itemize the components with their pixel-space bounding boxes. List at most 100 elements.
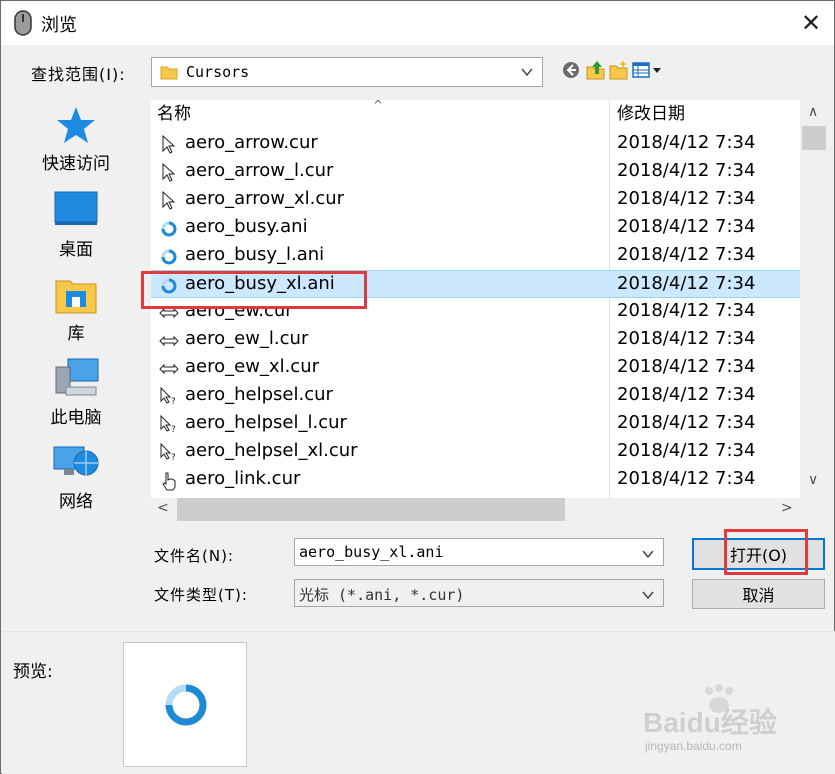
scroll-down-icon[interactable]: ∨ — [808, 472, 818, 488]
file-row[interactable]: aero_arrow_xl.cur 2018/4/12 7:34 — [151, 186, 800, 214]
file-date-cell: 2018/4/12 7:34 — [617, 160, 756, 181]
file-name-cell: aero_ew_l.cur — [185, 328, 309, 349]
places-bar: 快速访问 桌面 库 此电脑 网络 — [8, 93, 144, 631]
file-date-cell: 2018/4/12 7:34 — [617, 132, 756, 153]
help-cursor-icon: ? — [160, 415, 176, 435]
highlight-box-open-button — [724, 529, 808, 575]
close-button[interactable]: ✕ — [788, 1, 834, 45]
arrow-cursor-icon — [162, 135, 176, 154]
file-date-cell: 2018/4/12 7:34 — [617, 384, 756, 405]
sort-ascending-icon: ^ — [373, 100, 384, 112]
title-bar: 浏览 ✕ — [1, 1, 834, 45]
cancel-button[interactable]: 取消 — [692, 579, 825, 609]
chevron-down-icon — [642, 550, 654, 559]
place-label: 网络 — [59, 492, 93, 512]
file-type-select[interactable]: 光标 (*.ani, *.cur) — [294, 579, 664, 607]
cancel-button-label: 取消 — [742, 586, 775, 605]
file-name-cell: aero_helpsel_xl.cur — [185, 440, 358, 461]
scroll-left-icon[interactable]: < — [157, 500, 169, 516]
place-network[interactable]: 网络 — [8, 443, 144, 512]
file-date-cell: 2018/4/12 7:34 — [617, 300, 756, 321]
help-cursor-icon: ? — [160, 443, 176, 463]
file-date-cell: 2018/4/12 7:34 — [617, 216, 756, 237]
file-date-cell: 2018/4/12 7:34 — [617, 468, 756, 489]
network-icon — [53, 446, 99, 476]
file-row[interactable]: ? aero_helpsel.cur 2018/4/12 7:34 — [151, 382, 800, 410]
column-header-date[interactable]: 修改日期 — [617, 100, 685, 128]
up-folder-icon[interactable] — [585, 59, 607, 81]
hand-cursor-icon — [162, 472, 176, 491]
file-name-cell: aero_helpsel.cur — [185, 384, 333, 405]
scroll-thumb[interactable] — [177, 498, 565, 521]
desktop-icon — [54, 191, 98, 225]
watermark-text: Baidu经验 — [643, 707, 777, 738]
busy-cursor-preview-icon — [165, 684, 207, 726]
chevron-down-icon — [642, 591, 654, 600]
horizontal-scrollbar[interactable]: < > — [151, 498, 800, 522]
scroll-thumb[interactable] — [802, 126, 826, 150]
chevron-down-icon — [521, 68, 533, 77]
svg-text:?: ? — [171, 397, 176, 407]
file-type-value: 光标 (*.ani, *.cur) — [299, 586, 465, 604]
look-in-value: Cursors — [186, 63, 250, 81]
folder-icon — [160, 66, 178, 80]
mouse-icon — [14, 10, 32, 36]
file-date-cell: 2018/4/12 7:34 — [617, 273, 756, 294]
file-name-cell: aero_busy.ani — [185, 216, 308, 237]
resize-ew-icon — [159, 335, 179, 347]
file-date-cell: 2018/4/12 7:34 — [617, 356, 756, 377]
scroll-right-icon[interactable]: > — [781, 500, 793, 516]
preview-box — [123, 642, 247, 767]
svg-text:?: ? — [171, 453, 176, 463]
column-header-name[interactable]: 名称 — [157, 100, 191, 128]
computer-icon — [55, 358, 99, 396]
library-icon — [55, 280, 97, 314]
place-label: 此电脑 — [50, 408, 102, 428]
file-name-cell: aero_arrow.cur — [185, 132, 318, 153]
file-row[interactable]: aero_link.cur 2018/4/12 7:34 — [151, 466, 800, 494]
look-in-combobox[interactable]: Cursors — [151, 57, 543, 87]
place-label: 库 — [67, 324, 85, 344]
file-name-cell: aero_link.cur — [185, 468, 301, 489]
file-date-cell: 2018/4/12 7:34 — [617, 244, 756, 265]
file-name-value: aero_busy_xl.ani — [299, 543, 444, 561]
svg-text:?: ? — [171, 425, 176, 435]
file-type-label: 文件类型(T): — [154, 586, 248, 604]
file-row[interactable]: aero_arrow.cur 2018/4/12 7:34 — [151, 130, 800, 158]
file-date-cell: 2018/4/12 7:34 — [617, 188, 756, 209]
baidu-watermark: Baidu经验 jingyan.baidu.com — [633, 683, 803, 763]
close-icon: ✕ — [800, 9, 822, 37]
file-name-cell: aero_busy_l.ani — [185, 244, 325, 265]
file-row[interactable]: ? aero_helpsel_xl.cur 2018/4/12 7:34 — [151, 438, 800, 466]
place-library[interactable]: 库 — [8, 275, 144, 344]
file-row[interactable]: ? aero_helpsel_l.cur 2018/4/12 7:34 — [151, 410, 800, 438]
file-name-combobox[interactable]: aero_busy_xl.ani — [294, 538, 664, 566]
file-name-cell: aero_ew_xl.cur — [185, 356, 319, 377]
arrow-cursor-icon — [162, 163, 176, 182]
back-icon[interactable] — [562, 59, 584, 81]
scroll-up-icon[interactable]: ∧ — [808, 104, 818, 120]
file-row[interactable]: aero_ew_l.cur 2018/4/12 7:34 — [151, 326, 800, 354]
file-row[interactable]: aero_busy_l.ani 2018/4/12 7:34 — [151, 242, 800, 270]
place-desktop[interactable]: 桌面 — [8, 191, 144, 260]
busy-cursor-icon — [161, 249, 177, 265]
file-row[interactable]: aero_ew_xl.cur 2018/4/12 7:34 — [151, 354, 800, 382]
place-label: 快速访问 — [42, 154, 110, 174]
resize-ew-icon — [159, 363, 179, 375]
vertical-scrollbar[interactable]: ∧ ∨ — [800, 100, 828, 498]
file-date-cell: 2018/4/12 7:34 — [617, 412, 756, 433]
new-folder-icon[interactable] — [608, 59, 630, 81]
preview-label: 预览: — [13, 662, 53, 682]
place-this-pc[interactable]: 此电脑 — [8, 357, 144, 428]
busy-cursor-icon — [161, 221, 177, 237]
file-name-cell: aero_arrow_xl.cur — [185, 188, 345, 209]
view-menu-icon[interactable] — [631, 59, 665, 81]
file-name-label: 文件名(N): — [154, 547, 234, 565]
window-title: 浏览 — [41, 15, 77, 36]
file-row[interactable]: aero_busy.ani 2018/4/12 7:34 — [151, 214, 800, 242]
star-icon — [57, 107, 95, 143]
highlight-box-selected-file — [141, 271, 367, 309]
place-quick-access[interactable]: 快速访问 — [8, 105, 144, 174]
file-name-cell: aero_helpsel_l.cur — [185, 412, 347, 433]
file-row[interactable]: aero_arrow_l.cur 2018/4/12 7:34 — [151, 158, 800, 186]
